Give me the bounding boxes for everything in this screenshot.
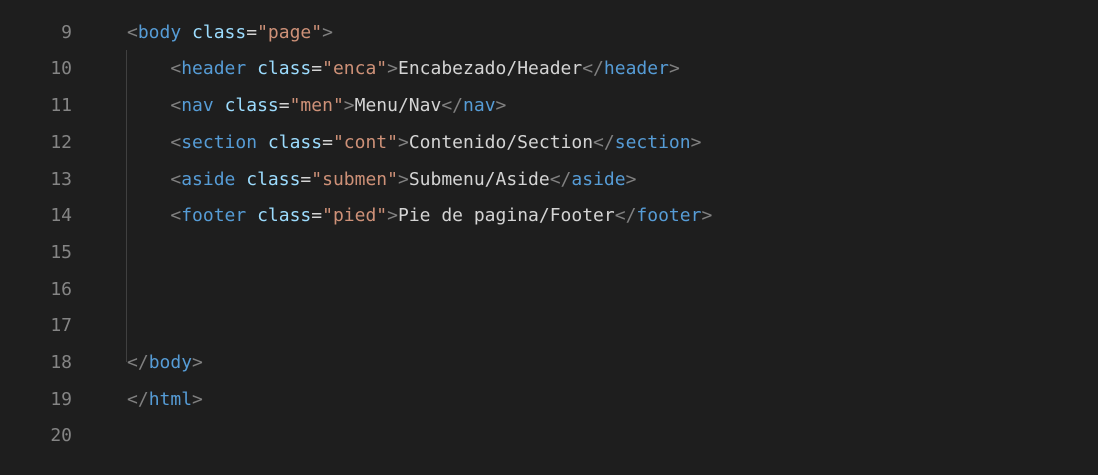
code-token-punct: </ <box>549 168 572 190</box>
code-token-text: = <box>300 168 312 190</box>
code-token-punct: > <box>387 58 398 80</box>
code-token-tag: nav <box>463 95 496 117</box>
code-token-punct: > <box>322 21 333 43</box>
code-token-str: "cont" <box>332 131 398 153</box>
line-number: 9 <box>61 21 72 43</box>
code-token-punct: > <box>668 58 680 80</box>
code-token-str: "submen" <box>311 168 398 190</box>
code-token-punct: > <box>387 205 398 227</box>
code-token-str: "page" <box>257 21 323 43</box>
code-token-attr: class <box>192 21 247 43</box>
code-token-tag: aside <box>181 168 236 190</box>
code-token-punct: > <box>625 168 637 190</box>
code-line[interactable]: <footer class="pied">Pie de pagina/Foote… <box>127 198 712 234</box>
code-token-punct: < <box>170 168 182 190</box>
code-token-attr: class <box>257 205 312 227</box>
code-token-punct: > <box>192 388 203 410</box>
code-line[interactable]: <section class="cont">Contenido/Section<… <box>127 125 701 161</box>
code-token-text: Menu/Nav <box>354 95 442 117</box>
code-token-attr: class <box>267 131 323 153</box>
code-token-tag: header <box>181 58 247 80</box>
code-token-tag: footer <box>636 205 702 227</box>
code-line[interactable]: <header class="enca">Encabezado/Header</… <box>127 51 680 87</box>
code-token-punct: > <box>495 95 507 117</box>
line-number: 17 <box>50 315 72 337</box>
code-token-text: Contenido/Section <box>408 131 594 153</box>
code-token-punct: </ <box>614 205 637 227</box>
line-number: 19 <box>50 388 72 410</box>
code-line[interactable]: </html> <box>127 382 203 418</box>
code-token-text: Submenu/Aside <box>408 168 550 190</box>
code-token-punct: > <box>343 95 355 117</box>
code-token-punct: </ <box>127 352 149 373</box>
line-number: 11 <box>50 95 72 117</box>
line-number: 12 <box>50 131 72 153</box>
code-token-str: "men" <box>289 95 344 117</box>
code-line[interactable]: <nav class="men">Menu/Nav</nav> <box>127 88 506 124</box>
code-token-str: "enca" <box>322 58 388 80</box>
code-token-punct: </ <box>593 131 615 153</box>
code-token-tag: footer <box>181 205 247 227</box>
code-line[interactable]: </body> <box>127 345 203 381</box>
code-token-punct: </ <box>127 388 149 410</box>
code-editor[interactable]: 891011121314151617181920</head><body cla… <box>0 0 1098 475</box>
line-number: 18 <box>50 352 72 373</box>
code-token-tag: html <box>148 388 193 410</box>
code-token-punct: < <box>170 58 182 80</box>
line-number: 10 <box>50 58 72 80</box>
code-token-text: = <box>278 95 290 117</box>
code-token-text: Encabezado/Header <box>397 58 583 80</box>
code-token-attr: class <box>246 168 301 190</box>
code-token-attr: class <box>257 58 312 80</box>
line-number: 16 <box>50 278 72 300</box>
code-token-text: = <box>322 131 333 153</box>
code-token-punct: </ <box>441 95 464 117</box>
code-token-tag: section <box>181 131 258 153</box>
code-token-punct: > <box>397 168 409 190</box>
code-token-punct: > <box>690 131 702 153</box>
code-token-punct: > <box>397 131 409 153</box>
code-token-text: = <box>311 205 323 227</box>
line-number: 14 <box>50 205 72 227</box>
code-token-punct: < <box>170 205 182 227</box>
code-token-tag: body <box>148 352 193 373</box>
code-token-tag: aside <box>571 168 626 190</box>
code-token-tag: body <box>137 21 182 43</box>
code-token-punct: < <box>127 21 138 43</box>
code-token-tag: nav <box>181 95 214 117</box>
line-number: 20 <box>50 425 72 447</box>
code-token-text: = <box>246 21 258 43</box>
line-number: 13 <box>50 168 72 190</box>
code-token-text: = <box>311 58 323 80</box>
code-line[interactable]: <aside class="submen">Submenu/Aside</asi… <box>127 162 636 198</box>
editor-top-clip <box>0 0 1098 12</box>
code-token-punct: </ <box>582 58 604 80</box>
code-token-punct: < <box>170 95 182 117</box>
code-token-punct: > <box>701 205 713 227</box>
code-token-tag: section <box>614 131 691 153</box>
code-token-punct: < <box>170 131 182 153</box>
code-token-attr: class <box>224 95 279 117</box>
code-line[interactable]: <body class="page"> <box>127 15 333 51</box>
code-token-punct: > <box>192 352 203 373</box>
code-token-tag: header <box>603 58 669 80</box>
line-number: 15 <box>50 241 72 263</box>
code-token-text: Pie de pagina/Footer <box>397 205 615 227</box>
code-token-str: "pied" <box>322 205 388 227</box>
